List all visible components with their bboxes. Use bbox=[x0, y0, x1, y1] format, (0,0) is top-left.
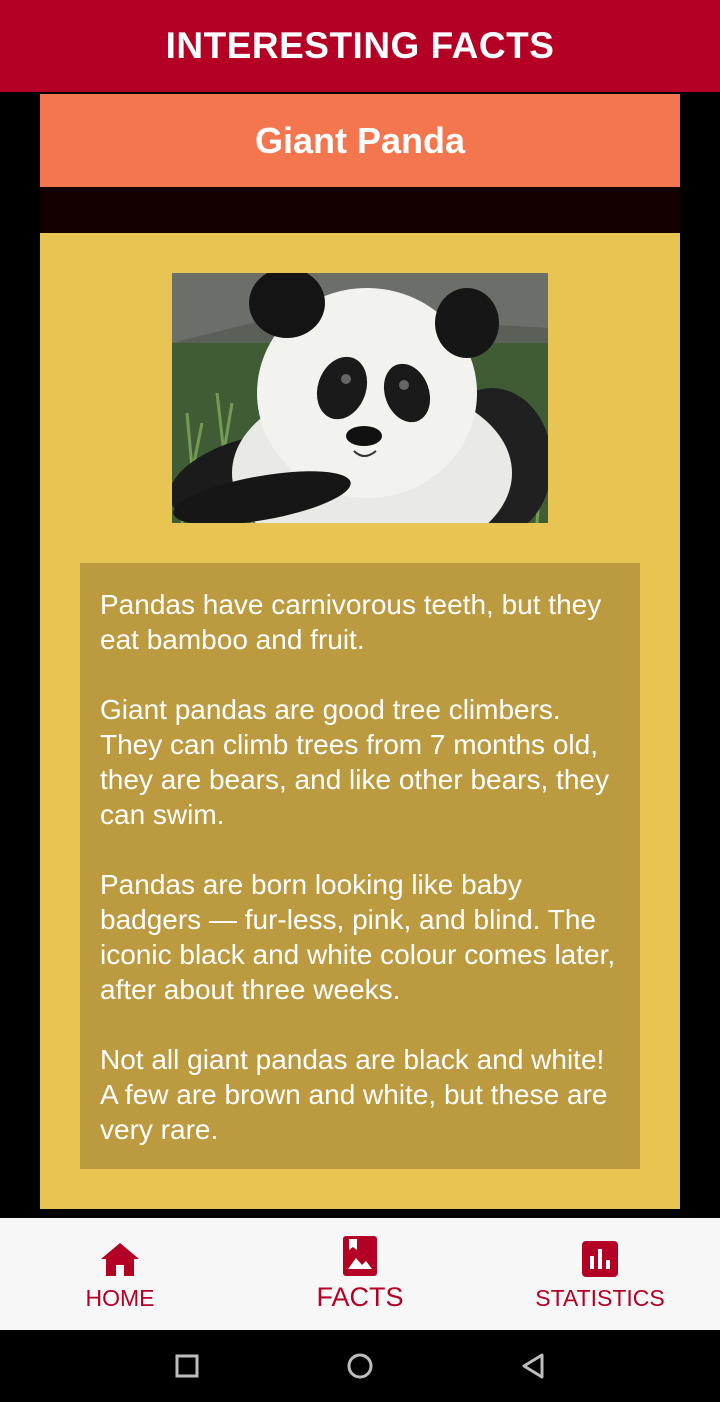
nav-statistics-label: STATISTICS bbox=[535, 1284, 665, 1311]
home-icon bbox=[100, 1237, 140, 1277]
photo-bookmark-icon bbox=[343, 1235, 377, 1276]
fact-text: Pandas have carnivorous teeth, but they … bbox=[100, 589, 602, 655]
nav-facts[interactable]: FACTS bbox=[240, 1218, 480, 1330]
animal-name: Giant Panda bbox=[254, 119, 466, 161]
divider-strip bbox=[40, 187, 680, 233]
app-bar: INTERESTING FACTS bbox=[0, 0, 720, 92]
home-circle-icon[interactable] bbox=[340, 1346, 380, 1386]
animal-photo bbox=[172, 273, 548, 523]
animal-header: Giant Panda bbox=[40, 94, 680, 187]
panda-illustration bbox=[172, 273, 548, 523]
nav-statistics[interactable]: STATISTICS bbox=[480, 1218, 720, 1330]
nav-home-label: HOME bbox=[85, 1284, 155, 1311]
nav-home[interactable]: HOME bbox=[0, 1218, 240, 1330]
facts-box[interactable]: Pandas have carnivorous teeth, but they … bbox=[80, 563, 640, 1169]
fact-text: Pandas are born looking like baby badger… bbox=[100, 869, 616, 1005]
system-navigation-bar bbox=[0, 1330, 720, 1402]
nav-facts-label: FACTS bbox=[316, 1281, 404, 1312]
back-triangle-icon[interactable] bbox=[513, 1346, 553, 1386]
fact-card: Pandas have carnivorous teeth, but they … bbox=[40, 233, 680, 1209]
bottom-navigation: HOME FACTS STATISTICS bbox=[0, 1218, 720, 1330]
fact-text: Giant pandas are good tree climbers. The… bbox=[100, 694, 609, 830]
main-content[interactable]: Giant Panda Pandas have carnivorous teet… bbox=[0, 92, 720, 1218]
app-title: INTERESTING FACTS bbox=[165, 25, 555, 66]
recents-square-icon[interactable] bbox=[167, 1346, 207, 1386]
fact-text: Not all giant pandas are black and white… bbox=[100, 1044, 608, 1145]
bar-chart-icon bbox=[582, 1237, 618, 1277]
